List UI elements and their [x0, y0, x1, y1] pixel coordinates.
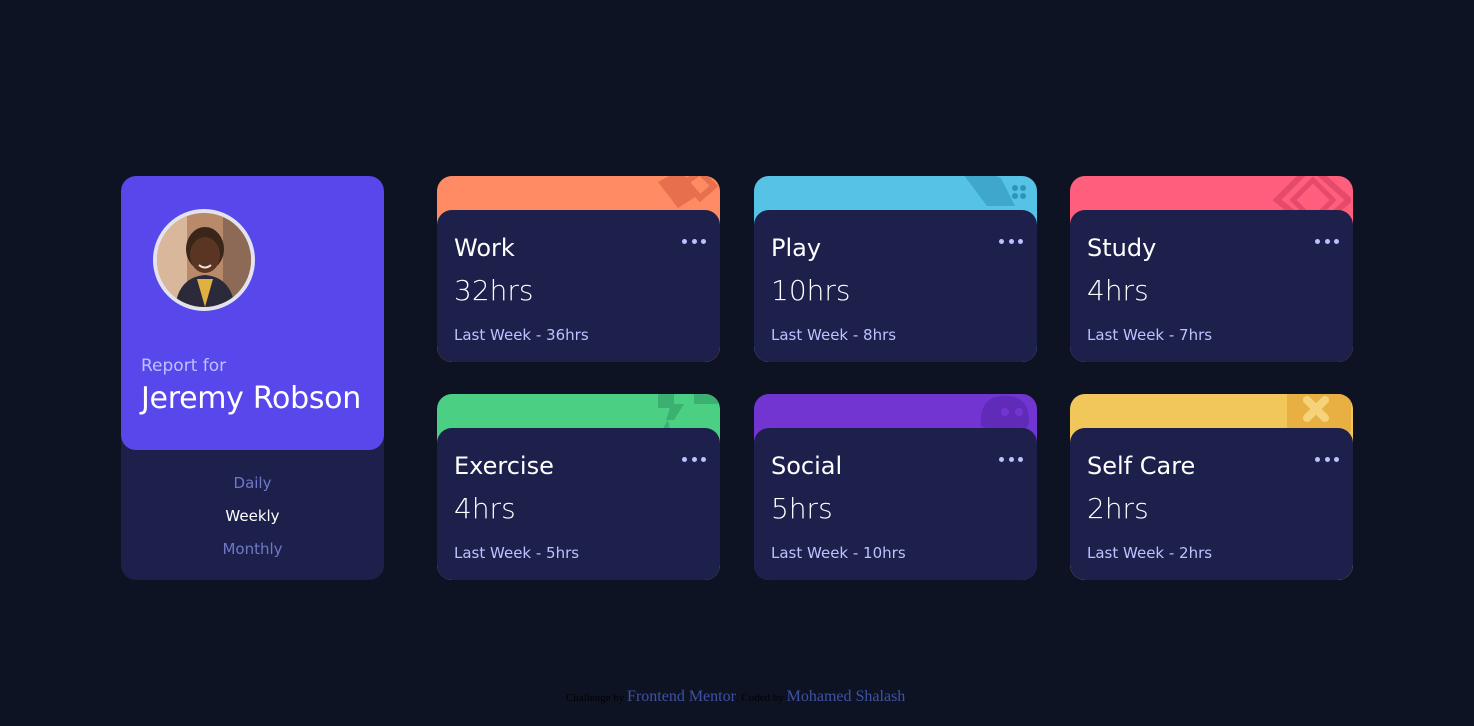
card-hours: 4hrs	[1087, 274, 1149, 307]
coded-by-text: Coded by	[741, 692, 784, 704]
profile-card: Report for Jeremy Robson Daily Weekly Mo…	[121, 176, 384, 580]
report-for-label: Report for	[141, 356, 227, 376]
ellipsis-icon[interactable]	[1315, 454, 1339, 464]
author-link[interactable]: Mohamed Shalash	[787, 688, 906, 705]
card-last-week: Last Week - 8hrs	[771, 326, 897, 344]
card-hours: 10hrs	[771, 274, 851, 307]
frontend-mentor-link[interactable]: Frontend Mentor	[627, 688, 736, 705]
ellipsis-icon[interactable]	[682, 454, 706, 464]
card-last-week: Last Week - 7hrs	[1087, 326, 1213, 344]
activity-card-self-care: Self Care 2hrs Last Week - 2hrs	[1070, 394, 1353, 580]
card-body[interactable]: Social 5hrs Last Week - 10hrs	[754, 428, 1037, 580]
ellipsis-icon[interactable]	[682, 236, 706, 246]
card-title: Play	[771, 234, 822, 262]
challenge-text: Challenge by	[565, 692, 625, 704]
profile-header: Report for Jeremy Robson	[121, 176, 384, 450]
card-body[interactable]: Exercise 4hrs Last Week - 5hrs	[437, 428, 720, 580]
card-hours: 2hrs	[1087, 492, 1149, 525]
avatar	[153, 209, 255, 311]
ellipsis-icon[interactable]	[1315, 236, 1339, 246]
card-last-week: Last Week - 36hrs	[454, 326, 589, 344]
period-selector: Daily Weekly Monthly	[121, 472, 384, 571]
period-weekly[interactable]: Weekly	[225, 505, 279, 538]
ellipsis-icon[interactable]	[999, 454, 1023, 464]
attribution-footer: Challenge by Frontend Mentor. Coded by M…	[565, 688, 909, 705]
time-tracking-dashboard: Report for Jeremy Robson Daily Weekly Mo…	[0, 0, 1474, 726]
card-hours: 4hrs	[454, 492, 516, 525]
card-hours: 5hrs	[771, 492, 833, 525]
card-last-week: Last Week - 2hrs	[1087, 544, 1213, 562]
activity-card-social: Social 5hrs Last Week - 10hrs	[754, 394, 1037, 580]
activity-card-exercise: Exercise 4hrs Last Week - 5hrs	[437, 394, 720, 580]
ellipsis-icon[interactable]	[999, 236, 1023, 246]
card-title: Study	[1087, 234, 1157, 262]
card-title: Social	[771, 452, 843, 480]
card-body[interactable]: Work 32hrs Last Week - 36hrs	[437, 210, 720, 362]
card-body[interactable]: Study 4hrs Last Week - 7hrs	[1070, 210, 1353, 362]
card-hours: 32hrs	[454, 274, 534, 307]
card-last-week: Last Week - 10hrs	[771, 544, 906, 562]
card-title: Self Care	[1087, 452, 1196, 480]
activity-card-study: Study 4hrs Last Week - 7hrs	[1070, 176, 1353, 362]
card-title: Work	[454, 234, 515, 262]
period-monthly[interactable]: Monthly	[222, 538, 282, 571]
activity-card-play: Play 10hrs Last Week - 8hrs	[754, 176, 1037, 362]
activity-card-work: Work 32hrs Last Week - 36hrs	[437, 176, 720, 362]
card-title: Exercise	[454, 452, 554, 480]
card-body[interactable]: Self Care 2hrs Last Week - 2hrs	[1070, 428, 1353, 580]
period-daily[interactable]: Daily	[234, 472, 272, 505]
card-last-week: Last Week - 5hrs	[454, 544, 580, 562]
user-name: Jeremy Robson	[141, 381, 361, 416]
card-body[interactable]: Play 10hrs Last Week - 8hrs	[754, 210, 1037, 362]
